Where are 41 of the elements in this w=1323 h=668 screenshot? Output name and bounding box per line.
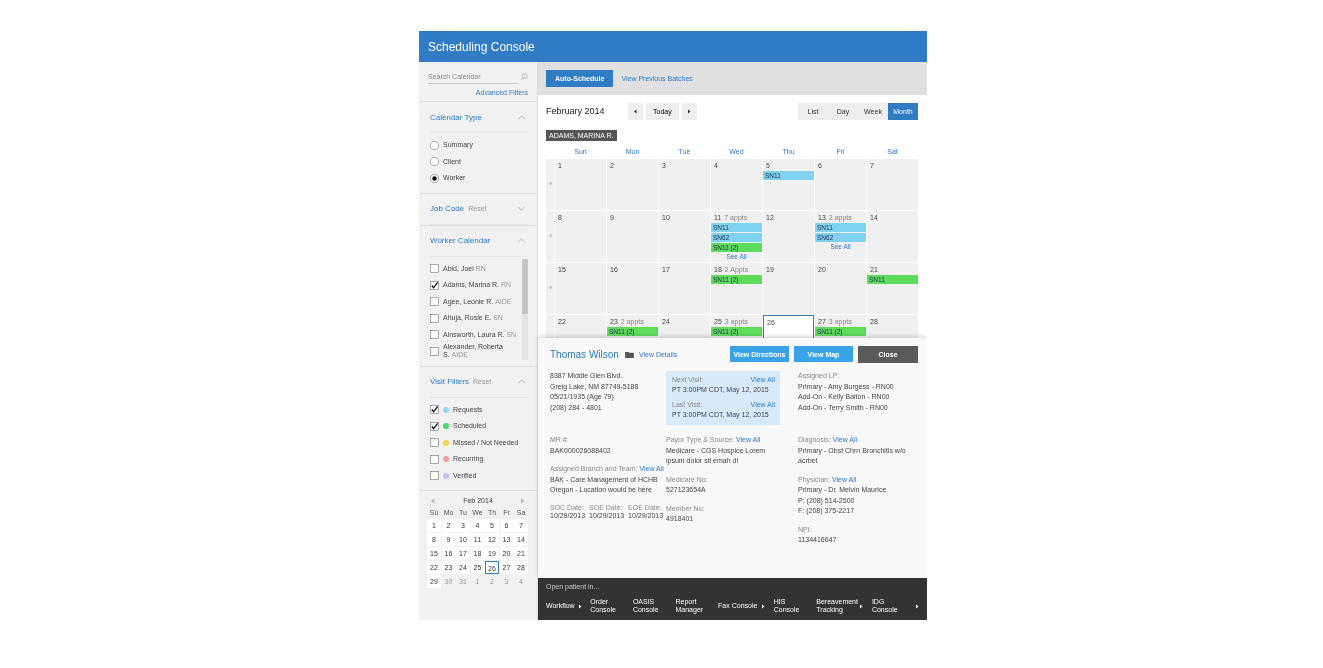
week-arrow-icon[interactable] bbox=[548, 285, 552, 290]
chevron-up-icon[interactable] bbox=[517, 379, 526, 384]
next-icon[interactable] bbox=[521, 497, 525, 504]
radio-button[interactable] bbox=[430, 157, 439, 167]
submenu-arrow-icon[interactable] bbox=[762, 603, 766, 609]
month-title: February 2014 bbox=[546, 106, 606, 116]
scrollbar[interactable] bbox=[522, 258, 528, 360]
previous-icon[interactable] bbox=[431, 497, 435, 504]
checkbox[interactable] bbox=[430, 346, 439, 356]
section-title[interactable]: Calendar Type bbox=[430, 112, 482, 122]
next-button[interactable] bbox=[681, 102, 697, 120]
window-title: Scheduling Console bbox=[428, 39, 535, 54]
chevron-up-icon[interactable] bbox=[517, 238, 526, 243]
checkbox[interactable] bbox=[430, 313, 439, 323]
checkbox[interactable] bbox=[430, 438, 439, 448]
triangle-left-icon bbox=[634, 108, 637, 114]
week-arrow-icon[interactable] bbox=[548, 181, 552, 186]
chevron-down-icon[interactable] bbox=[517, 206, 526, 211]
folder-icon[interactable] bbox=[624, 351, 634, 358]
checkbox[interactable] bbox=[430, 405, 439, 415]
section-title[interactable]: Job Code bbox=[430, 204, 465, 213]
checkbox[interactable] bbox=[430, 280, 439, 290]
submenu-arrow-icon[interactable] bbox=[578, 603, 582, 609]
section-title[interactable]: Worker Calendar bbox=[430, 236, 491, 245]
checkbox[interactable] bbox=[430, 421, 439, 431]
patient-name: Thomas Wilson bbox=[550, 349, 619, 360]
checkbox[interactable] bbox=[430, 330, 439, 340]
triangle-right-icon bbox=[687, 108, 691, 114]
section-title[interactable]: Visit Filters bbox=[430, 377, 469, 386]
checkbox[interactable] bbox=[430, 471, 439, 481]
checkbox[interactable] bbox=[430, 454, 439, 464]
search-icon bbox=[520, 73, 528, 81]
previous-button[interactable] bbox=[628, 102, 643, 120]
checkbox[interactable] bbox=[430, 264, 439, 274]
submenu-arrow-icon[interactable] bbox=[915, 603, 919, 609]
checkbox[interactable] bbox=[430, 297, 439, 307]
radio-button[interactable] bbox=[430, 140, 439, 150]
submenu-arrow-icon[interactable] bbox=[860, 603, 864, 609]
chevron-up-icon[interactable] bbox=[517, 114, 526, 120]
radio-button[interactable] bbox=[430, 173, 439, 183]
week-arrow-icon[interactable] bbox=[548, 233, 552, 238]
